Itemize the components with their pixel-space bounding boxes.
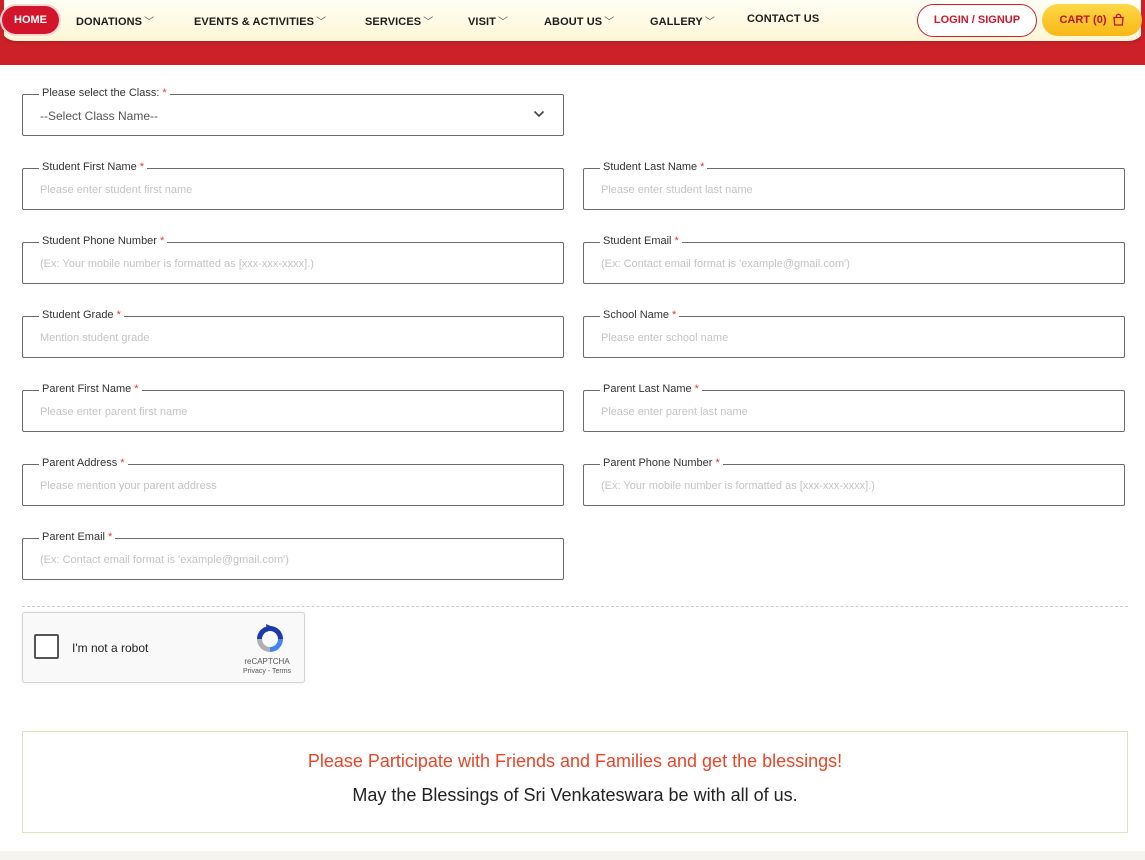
required-mark: * bbox=[694, 383, 699, 395]
student-first-name-field: Student First Name * bbox=[22, 161, 564, 210]
field-label: Student First Name * bbox=[39, 161, 148, 173]
login-signup-button[interactable]: LOGIN / SIGNUP bbox=[917, 4, 1037, 37]
chevron-down-icon: ﹀ bbox=[423, 17, 434, 28]
cart-label: CART (0) bbox=[1059, 14, 1107, 26]
nav-item-donations[interactable]: DONATIONS ﹀ bbox=[76, 13, 154, 28]
field-label-text: Parent Last Name bbox=[603, 383, 692, 395]
class-select-label: Please select the Class: * bbox=[39, 87, 170, 99]
parent-email-input[interactable] bbox=[40, 550, 550, 570]
field-label-text: Student Grade bbox=[42, 309, 114, 321]
nav-item-events-activities[interactable]: EVENTS & ACTIVITIES ﹀ bbox=[194, 13, 326, 28]
field-label-text: Parent First Name bbox=[42, 383, 132, 395]
nav-item-label: GALLERY bbox=[650, 16, 703, 28]
field-label: Student Grade * bbox=[39, 309, 124, 321]
parent-address-input[interactable] bbox=[40, 476, 550, 496]
field-label: Parent Phone Number * bbox=[600, 457, 723, 469]
nav-item-label: SERVICES bbox=[365, 16, 422, 28]
parent-last-name-input[interactable] bbox=[601, 402, 1111, 422]
field-label-text: Parent Phone Number bbox=[603, 457, 713, 469]
school-name-input[interactable] bbox=[601, 328, 1111, 348]
field-label: Parent First Name * bbox=[39, 383, 142, 395]
class-select[interactable]: Please select the Class: * --Select Class… bbox=[22, 87, 564, 136]
chevron-down-icon: ﹀ bbox=[498, 17, 509, 28]
chevron-down-icon bbox=[533, 110, 545, 118]
field-label: Student Phone Number * bbox=[39, 235, 168, 247]
required-mark: * bbox=[159, 235, 165, 247]
field-label: School Name * bbox=[600, 309, 680, 321]
shopping-bag-icon bbox=[1112, 13, 1124, 26]
field-label-text: Parent Address bbox=[42, 457, 118, 469]
school-name-field: School Name * bbox=[583, 309, 1125, 358]
parent-last-name-field: Parent Last Name * bbox=[583, 383, 1125, 432]
form-divider bbox=[22, 606, 1128, 607]
field-label-text: Student Phone Number bbox=[42, 235, 157, 247]
student-phone-field: Student Phone Number * bbox=[22, 235, 564, 284]
student-email-input[interactable] bbox=[601, 254, 1111, 274]
field-label: Parent Last Name * bbox=[600, 383, 702, 395]
field-label-text: Please select the Class: bbox=[42, 87, 160, 99]
nav-item-services[interactable]: SERVICES ﹀ bbox=[365, 13, 433, 28]
parent-address-field: Parent Address * bbox=[22, 457, 564, 506]
nav-item-label: EVENTS & ACTIVITIES bbox=[194, 16, 315, 28]
nav-item-label: DONATIONS bbox=[76, 16, 143, 28]
nav-home-button[interactable]: HOME bbox=[2, 6, 59, 34]
nav-item-gallery[interactable]: GALLERY ﹀ bbox=[650, 13, 715, 28]
student-phone-input[interactable] bbox=[40, 254, 550, 274]
nav-item-label: ABOUT US bbox=[544, 16, 603, 28]
recaptcha-privacy-terms-link[interactable]: Privacy - Terms bbox=[236, 668, 298, 675]
required-mark: * bbox=[107, 531, 113, 543]
field-label: Student Last Name * bbox=[600, 161, 708, 173]
student-last-name-input[interactable] bbox=[601, 180, 1111, 200]
nav-item-contact-us[interactable]: CONTACT US bbox=[747, 13, 819, 25]
student-email-field: Student Email * bbox=[583, 235, 1125, 284]
nav-item-visit[interactable]: VISIT ﹀ bbox=[468, 13, 508, 28]
student-last-name-field: Student Last Name * bbox=[583, 161, 1125, 210]
required-mark: * bbox=[139, 161, 145, 173]
blessings-message: May the Blessings of Sri Venkateswara be… bbox=[352, 785, 798, 805]
chevron-down-icon: ﹀ bbox=[604, 17, 615, 28]
required-mark: * bbox=[674, 235, 679, 247]
field-label: Parent Email * bbox=[39, 531, 116, 543]
recaptcha-brand: reCAPTCHA bbox=[244, 657, 290, 666]
required-mark: * bbox=[700, 161, 705, 173]
required-mark: * bbox=[120, 457, 125, 469]
field-label-text: Student Last Name bbox=[603, 161, 698, 173]
field-label: Student Email * bbox=[600, 235, 682, 247]
required-mark: * bbox=[116, 309, 121, 321]
chevron-down-icon: ﹀ bbox=[316, 17, 327, 28]
required-mark: * bbox=[715, 457, 720, 469]
field-label-text: School Name bbox=[603, 309, 670, 321]
field-label-text: Student Email bbox=[603, 235, 672, 247]
field-label-text: Parent Email bbox=[42, 531, 105, 543]
blessings-message-box: Please Participate with Friends and Fami… bbox=[22, 731, 1128, 833]
parent-first-name-field: Parent First Name * bbox=[22, 383, 564, 432]
cart-button[interactable]: CART (0) bbox=[1042, 4, 1142, 36]
nav-item-label: CONTACT US bbox=[747, 13, 820, 25]
recaptcha-widget: I'm not a robot reCAPTCHA Privacy - Term… bbox=[22, 612, 305, 683]
nav-item-label: VISIT bbox=[468, 16, 497, 28]
chevron-down-icon: ﹀ bbox=[144, 17, 155, 28]
parent-email-field: Parent Email * bbox=[22, 531, 564, 580]
required-mark: * bbox=[672, 309, 677, 321]
chevron-down-icon: ﹀ bbox=[704, 17, 715, 28]
footer-band bbox=[0, 851, 1145, 860]
recaptcha-checkbox[interactable] bbox=[34, 634, 59, 659]
student-grade-input[interactable] bbox=[40, 328, 550, 348]
parent-phone-input[interactable] bbox=[601, 476, 1111, 496]
parent-phone-field: Parent Phone Number * bbox=[583, 457, 1125, 506]
nav-item-about-us[interactable]: ABOUT US ﹀ bbox=[544, 13, 614, 28]
top-navigation: HOME DONATIONS ﹀ EVENTS & ACTIVITIES ﹀ SER… bbox=[0, 0, 1145, 41]
participate-message: Please Participate with Friends and Fami… bbox=[307, 751, 843, 771]
recaptcha-label: I'm not a robot bbox=[72, 641, 149, 655]
field-label: Parent Address * bbox=[39, 457, 128, 469]
class-select-value: --Select Class Name-- bbox=[40, 109, 159, 123]
field-label-text: Student First Name bbox=[42, 161, 137, 173]
parent-first-name-input[interactable] bbox=[40, 402, 550, 422]
recaptcha-logo-icon bbox=[257, 624, 283, 652]
required-mark: * bbox=[162, 87, 167, 99]
required-mark: * bbox=[134, 383, 139, 395]
student-first-name-input[interactable] bbox=[40, 180, 550, 200]
student-grade-field: Student Grade * bbox=[22, 309, 564, 358]
